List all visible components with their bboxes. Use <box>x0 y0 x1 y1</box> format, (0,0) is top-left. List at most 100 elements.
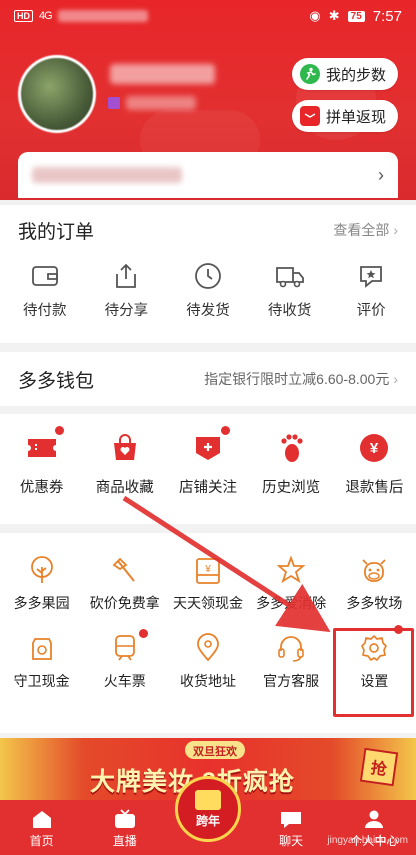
tool-label: 砍价免费拿 <box>89 595 160 611</box>
person-icon <box>361 808 387 830</box>
order-label: 待发货 <box>186 303 230 319</box>
nav-live[interactable]: 直播 <box>83 808 166 849</box>
settings-icon <box>359 625 404 663</box>
services-card: 优惠券 商品收藏 店铺关注 历史浏览 ¥ 退款售后 <box>0 414 416 524</box>
cow-icon <box>359 555 389 585</box>
service-label: 商品收藏 <box>95 480 154 496</box>
wallet-icon <box>30 261 60 291</box>
promo-text <box>32 167 182 183</box>
order-pending-payment[interactable]: 待付款 <box>4 261 86 320</box>
cash-icon: ¥ <box>193 555 223 585</box>
coupons-entry[interactable]: 优惠券 <box>0 426 83 497</box>
location-icon <box>193 633 223 663</box>
history-entry[interactable]: 历史浏览 <box>250 432 333 497</box>
address-entry[interactable]: 收货地址 <box>166 633 249 691</box>
user-name[interactable] <box>110 64 215 84</box>
view-all-orders-link[interactable]: 查看全部 › <box>333 220 398 240</box>
notification-dot <box>220 426 230 435</box>
orders-title: 我的订单 <box>18 221 95 243</box>
star-icon <box>276 555 306 585</box>
profile-header: HD 4G ◉ ✱ 75 7:57 我的步数 拼单返现 › <box>0 0 416 200</box>
store-follow-icon <box>192 426 230 464</box>
service-label: 店铺关注 <box>178 480 237 496</box>
footprint-icon <box>275 432 307 464</box>
order-pending-share[interactable]: 待分享 <box>86 261 168 320</box>
banner-tag: 双旦狂欢 <box>185 741 245 759</box>
chevron-right-icon: › <box>393 222 398 238</box>
red-envelope-icon <box>299 106 320 126</box>
tool-label: 多多爱消除 <box>256 595 327 611</box>
watermark: jingyan.baidu.com <box>327 835 408 846</box>
notification-dot <box>54 426 64 435</box>
tool-label: 收货地址 <box>179 673 236 689</box>
notification-dot <box>138 629 148 638</box>
svg-text:¥: ¥ <box>370 440 379 457</box>
orders-card: 我的订单 查看全部 › 待付款 待分享 待发货 待收货 评价 <box>0 205 416 343</box>
customer-service-entry[interactable]: 官方客服 <box>250 633 333 691</box>
favorites-entry[interactable]: 商品收藏 <box>83 432 166 497</box>
avatar[interactable] <box>18 55 96 133</box>
home-icon <box>29 808 55 830</box>
review-icon <box>356 261 386 291</box>
store-follow-entry[interactable]: 店铺关注 <box>166 426 249 497</box>
order-pending-receipt[interactable]: 待收货 <box>249 261 331 320</box>
settings-entry[interactable]: 设置 <box>333 625 416 691</box>
my-steps-label: 我的步数 <box>325 66 386 84</box>
nav-chat[interactable]: 聊天 <box>250 808 333 849</box>
order-label: 评价 <box>356 303 386 319</box>
group-cashback-button[interactable]: 拼单返现 <box>291 100 398 132</box>
eye-icon: ◉ <box>309 8 321 23</box>
signal-icon: 4G <box>39 10 53 22</box>
red-envelope-icon <box>195 789 221 810</box>
refund-icon: ¥ <box>358 432 390 464</box>
guard-cash-entry[interactable]: 守卫现金 <box>0 633 83 691</box>
wallet-row[interactable]: 多多钱包 指定银行限时立减6.60-8.00元 › <box>0 352 416 406</box>
favorites-icon <box>109 432 141 464</box>
train-icon <box>110 629 148 663</box>
ranch-entry[interactable]: 多多牧场 <box>333 555 416 613</box>
order-label: 待收货 <box>267 303 312 319</box>
tool-label: 天天领现金 <box>172 595 243 611</box>
status-notifications <box>57 10 148 22</box>
order-pending-shipment[interactable]: 待发货 <box>167 261 249 320</box>
guard-icon <box>27 633 57 663</box>
hd-badge: HD <box>14 10 33 22</box>
status-time: 7:57 <box>372 7 402 25</box>
tool-label: 多多果园 <box>13 595 70 611</box>
view-all-label: 查看全部 <box>333 222 390 238</box>
order-label: 待分享 <box>104 303 149 319</box>
user-subtitle <box>126 96 196 110</box>
nav-home[interactable]: 首页 <box>0 808 83 849</box>
headset-icon <box>276 633 306 663</box>
promo-card[interactable]: › <box>18 152 398 198</box>
daily-cash-entry[interactable]: ¥ 天天领现金 <box>166 555 249 613</box>
train-tickets-entry[interactable]: 火车票 <box>83 629 166 691</box>
orchard-entry[interactable]: 多多果园 <box>0 555 83 613</box>
refund-entry[interactable]: ¥ 退款售后 <box>333 432 416 497</box>
bargain-entry[interactable]: 砍价免费拿 <box>83 555 166 613</box>
tool-label: 多多牧场 <box>346 595 403 611</box>
tv-icon <box>112 808 138 830</box>
tree-icon <box>27 555 57 585</box>
new-year-center-button[interactable]: 跨年 <box>175 776 241 842</box>
running-icon <box>299 64 320 84</box>
tools-card: 多多果园 砍价免费拿 ¥ 天天领现金 多多爱消除 多多牧场 守卫现金 火车票 收… <box>0 533 416 733</box>
coupon-icon <box>26 426 64 464</box>
service-label: 退款售后 <box>345 480 404 496</box>
status-bar: HD 4G ◉ ✱ 75 7:57 <box>0 0 416 32</box>
wallet-title: 多多钱包 <box>18 370 95 392</box>
chevron-right-icon: › <box>393 371 398 387</box>
wallet-promo-text: 指定银行限时立减6.60-8.00元 <box>204 371 390 387</box>
elimination-game-entry[interactable]: 多多爱消除 <box>250 555 333 613</box>
clock-icon <box>193 261 223 291</box>
service-label: 历史浏览 <box>262 480 321 496</box>
share-icon <box>111 261 141 291</box>
axe-icon <box>110 555 140 585</box>
battery-icon: 75 <box>347 10 365 22</box>
tool-label: 官方客服 <box>263 673 320 689</box>
truck-icon <box>275 261 305 291</box>
order-review[interactable]: 评价 <box>330 261 412 320</box>
nav-label: 跨年 <box>195 813 220 828</box>
svg-text:¥: ¥ <box>204 564 211 575</box>
my-steps-button[interactable]: 我的步数 <box>291 58 398 90</box>
